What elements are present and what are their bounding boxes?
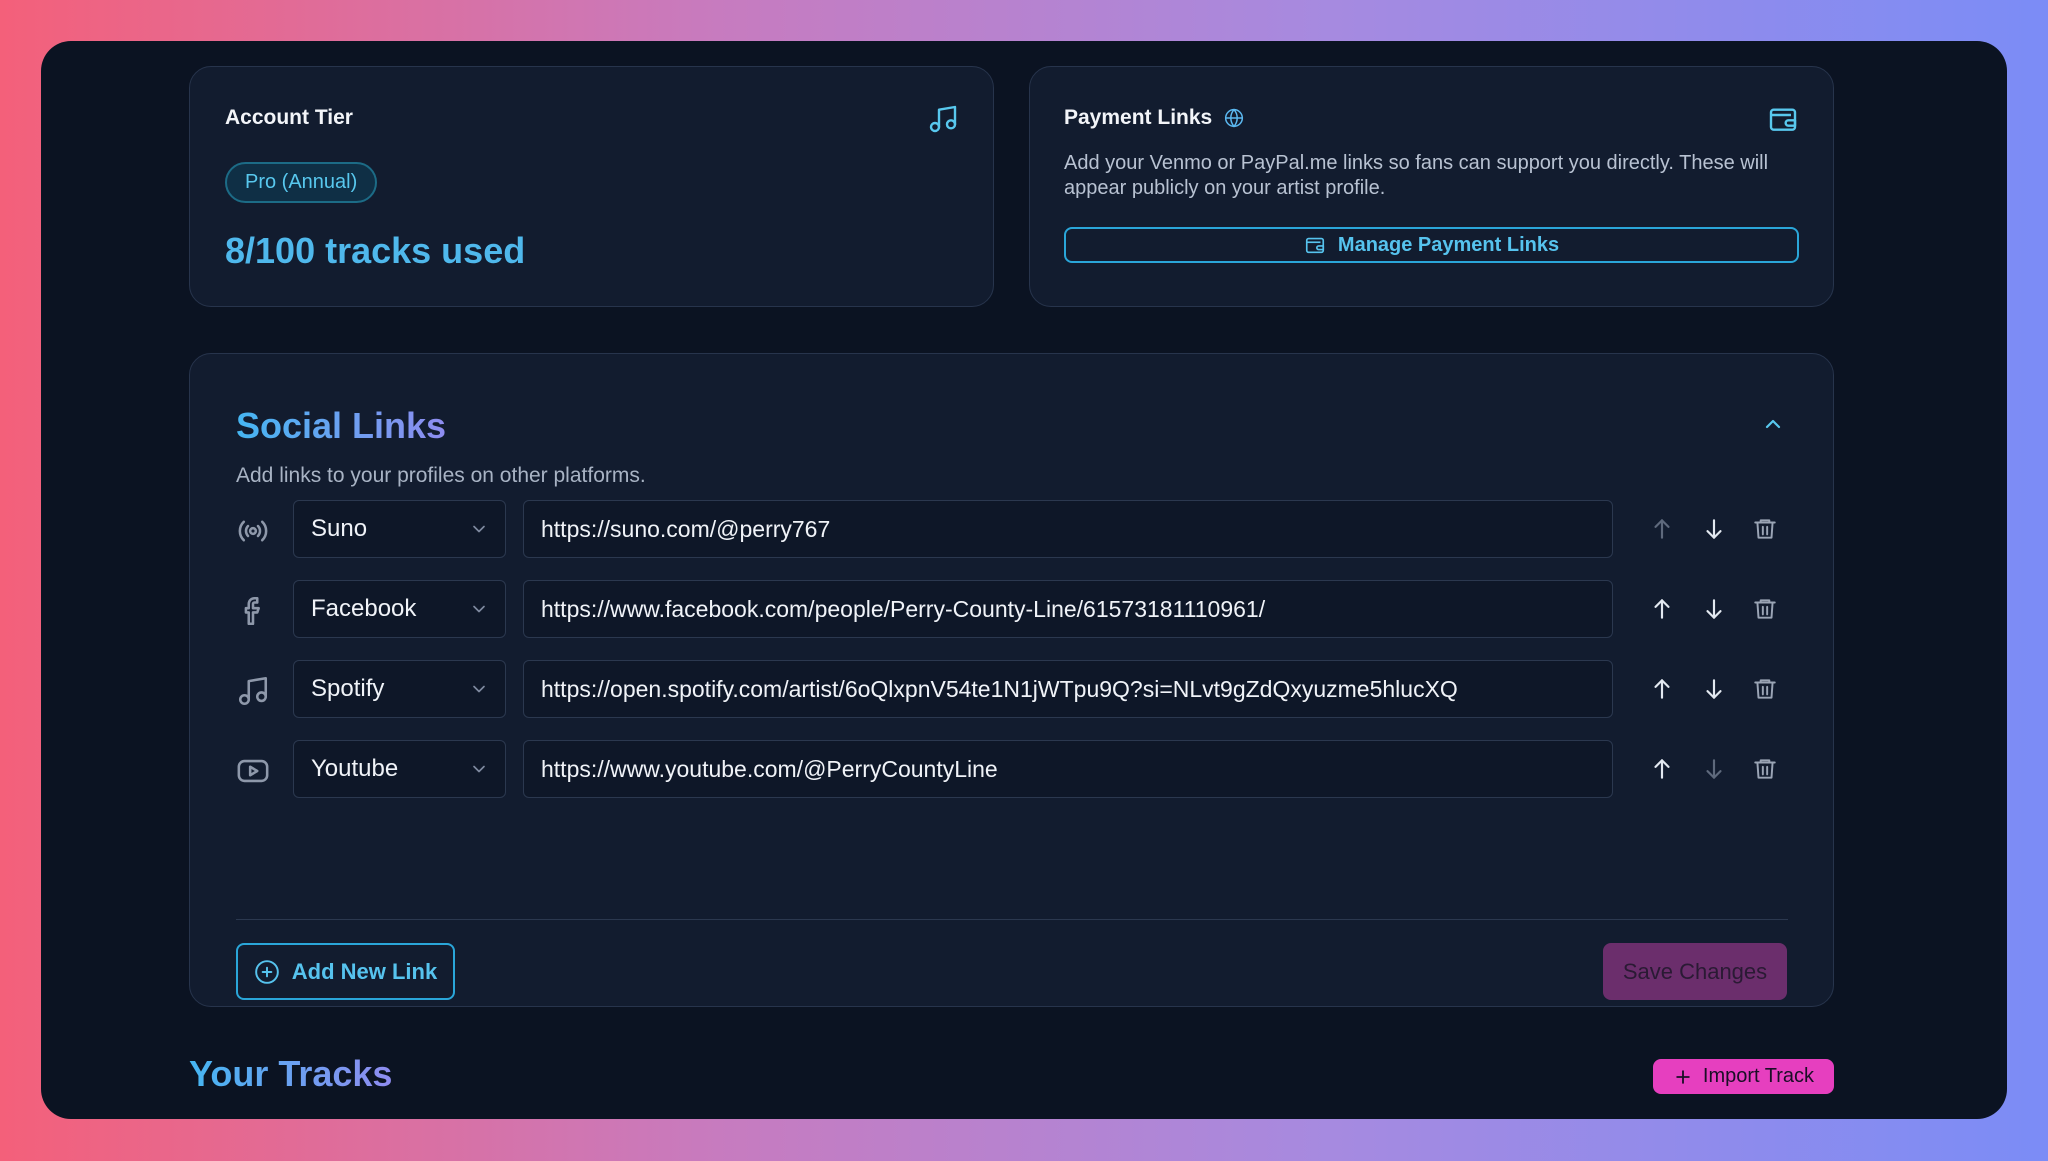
platform-select-value: Facebook bbox=[311, 595, 417, 622]
add-new-link-label: Add New Link bbox=[291, 958, 438, 984]
trash-icon[interactable] bbox=[1752, 596, 1778, 622]
platform-select[interactable]: Spotify bbox=[293, 660, 506, 718]
link-row: Facebook https://www.facebook.com/people… bbox=[236, 580, 1788, 640]
music-note-icon bbox=[238, 676, 268, 706]
globe-icon bbox=[1225, 108, 1244, 128]
social-links-card: Social Links Add links to your profiles … bbox=[189, 353, 1834, 1007]
trash-icon[interactable] bbox=[1752, 676, 1778, 702]
wallet-icon bbox=[1305, 237, 1324, 254]
payment-links-card: Payment Links Add your Venmo or PayPal.m… bbox=[1029, 66, 1834, 307]
link-row: Youtube https://www.youtube.com/@PerryCo… bbox=[236, 740, 1788, 800]
url-input[interactable]: https://www.youtube.com/@PerryCountyLine bbox=[523, 740, 1613, 798]
add-new-link-button[interactable]: Add New Link bbox=[236, 943, 455, 1000]
payment-links-header: Payment Links bbox=[1064, 106, 1244, 130]
url-input[interactable]: https://www.facebook.com/people/Perry-Co… bbox=[523, 580, 1613, 638]
app-window: Account Tier Pro (Annual) 8/100 tracks u… bbox=[41, 41, 2007, 1119]
trash-icon[interactable] bbox=[1752, 516, 1778, 542]
manage-payment-links-button[interactable]: Manage Payment Links bbox=[1064, 227, 1799, 263]
chevron-down-icon bbox=[473, 685, 485, 693]
platform-select[interactable]: Facebook bbox=[293, 580, 506, 638]
move-up-arrow-icon[interactable] bbox=[1649, 756, 1675, 782]
import-track-label: Import Track bbox=[1702, 1065, 1815, 1087]
import-track-button[interactable]: Import Track bbox=[1653, 1059, 1834, 1094]
save-changes-button[interactable]: Save Changes bbox=[1603, 943, 1787, 1000]
platform-select[interactable]: Youtube bbox=[293, 740, 506, 798]
account-tier-title: Account Tier bbox=[225, 106, 353, 129]
move-up-arrow-icon[interactable] bbox=[1649, 596, 1675, 622]
link-row: Suno https://suno.com/@perry767 bbox=[236, 500, 1788, 560]
move-down-arrow-icon[interactable] bbox=[1701, 676, 1727, 702]
chevron-down-icon bbox=[473, 605, 485, 613]
tier-badge: Pro (Annual) bbox=[225, 162, 378, 203]
move-up-arrow-icon[interactable] bbox=[1649, 676, 1675, 702]
move-down-arrow-icon[interactable] bbox=[1701, 596, 1727, 622]
move-up-arrow-icon[interactable] bbox=[1649, 516, 1675, 542]
social-links-description: Add links to your profiles on other plat… bbox=[236, 464, 646, 487]
divider bbox=[236, 919, 1788, 920]
url-input[interactable]: https://suno.com/@perry767 bbox=[523, 500, 1613, 558]
move-down-arrow-icon[interactable] bbox=[1701, 516, 1727, 542]
url-input[interactable]: https://open.spotify.com/artist/6oQlxpnV… bbox=[523, 660, 1613, 718]
plus-circle-icon bbox=[254, 959, 279, 984]
social-links-title: Social Links bbox=[236, 405, 447, 446]
platform-select[interactable]: Suno bbox=[293, 500, 506, 558]
chevron-down-icon bbox=[473, 525, 485, 533]
platform-select-value: Suno bbox=[311, 515, 368, 542]
tracks-usage: 8/100 tracks used bbox=[225, 230, 526, 271]
account-tier-card: Account Tier Pro (Annual) 8/100 tracks u… bbox=[189, 66, 994, 307]
plus-icon bbox=[1676, 1069, 1690, 1084]
wallet-icon bbox=[1769, 108, 1797, 131]
payment-links-title: Payment Links bbox=[1064, 106, 1213, 129]
chevron-up-icon[interactable] bbox=[1761, 412, 1785, 436]
move-down-arrow-icon[interactable] bbox=[1701, 756, 1727, 782]
platform-select-value: Youtube bbox=[311, 755, 399, 782]
youtube-icon bbox=[237, 759, 269, 783]
music-note-icon bbox=[929, 105, 957, 133]
payment-links-description: Add your Venmo or PayPal.me links so fan… bbox=[1064, 152, 1769, 199]
facebook-icon bbox=[244, 596, 260, 626]
link-row: Spotify https://open.spotify.com/artist/… bbox=[236, 660, 1788, 720]
your-tracks-title: Your Tracks bbox=[189, 1053, 393, 1094]
broadcast-icon bbox=[238, 520, 268, 542]
chevron-down-icon bbox=[473, 765, 485, 773]
manage-payment-links-label: Manage Payment Links bbox=[1337, 233, 1560, 256]
platform-select-value: Spotify bbox=[311, 675, 385, 702]
trash-icon[interactable] bbox=[1752, 756, 1778, 782]
